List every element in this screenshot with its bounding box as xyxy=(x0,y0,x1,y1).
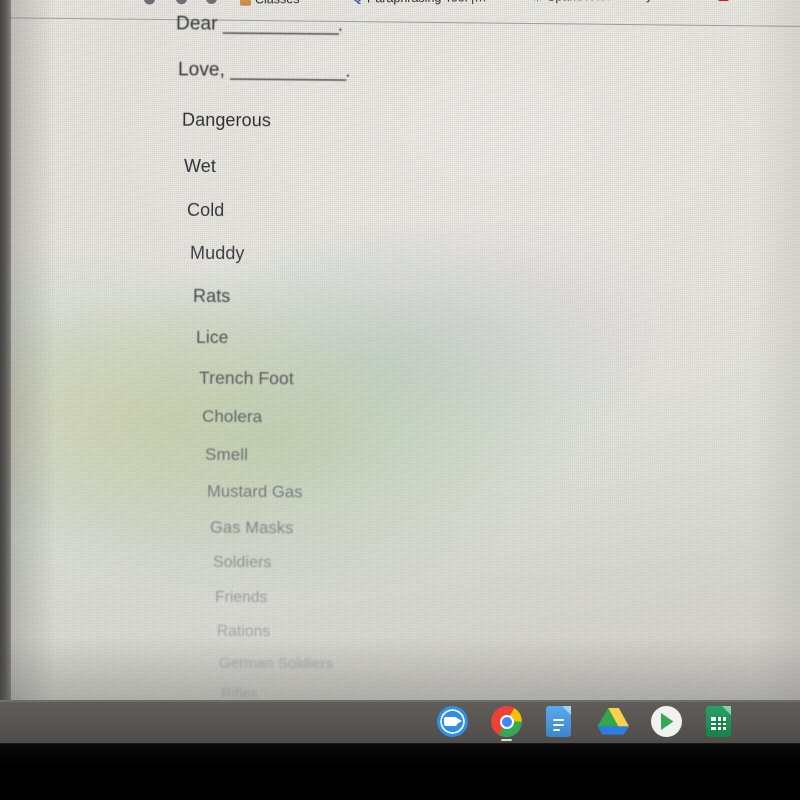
zoom-app-icon[interactable] xyxy=(437,706,468,737)
closing-blank: ____________ xyxy=(230,59,346,82)
docs-page-fold-icon xyxy=(562,706,571,715)
screen-left-bezel xyxy=(0,0,11,700)
chrome-blue-center xyxy=(501,716,512,727)
closing-period: . xyxy=(345,60,351,82)
chromeos-shelf[interactable] xyxy=(0,700,800,743)
salutation-period: . xyxy=(337,14,344,36)
sheets-page-fold-icon xyxy=(722,706,731,715)
word-list-item: Smell xyxy=(204,444,249,465)
docs-text-line xyxy=(553,719,564,721)
docs-text-line xyxy=(553,724,564,726)
word-list-item: Muddy xyxy=(189,242,245,264)
word-list-item: Lice xyxy=(195,326,229,348)
word-list-item: Gas Masks xyxy=(209,518,294,538)
word-list-item: Rats xyxy=(192,285,231,307)
salutation-prefix: Dear xyxy=(175,13,218,35)
word-list-item: Friends xyxy=(214,588,268,607)
docs-text-line xyxy=(553,729,560,731)
word-list-item-clipped: Rifles xyxy=(220,685,258,700)
word-list-item: Cold xyxy=(186,199,225,221)
play-store-app-icon[interactable] xyxy=(651,706,682,737)
chrome-running-indicator xyxy=(501,739,512,741)
chrome-app-icon[interactable] xyxy=(491,706,522,737)
photo-of-laptop-screen: Classes Q Paraphrasing Tool |… ✳ SparkNo… xyxy=(0,0,800,800)
salutation-blank: ____________ xyxy=(222,13,338,36)
sheets-grid-icon xyxy=(711,717,726,730)
word-list-item: Soldiers xyxy=(212,553,272,572)
word-list-item: Cholera xyxy=(201,406,263,427)
laptop-bottom-bezel xyxy=(0,743,800,800)
word-list-item: Rations xyxy=(216,622,271,641)
word-list-item: Dangerous xyxy=(181,109,272,131)
word-list-item: German Soldiers xyxy=(218,654,334,673)
drive-app-icon[interactable] xyxy=(597,706,630,737)
sheets-app-icon[interactable] xyxy=(706,706,731,737)
video-camera-icon xyxy=(444,717,462,726)
document-salutation-line: Dear ____________. xyxy=(176,13,343,36)
document-closing-line: Love, ____________. xyxy=(178,59,351,83)
document-body: Dear ____________. Love, ____________. D… xyxy=(0,0,800,700)
drive-triangle-icon xyxy=(597,707,630,735)
bezel-highlight-edge xyxy=(0,743,800,744)
shelf-app-icons xyxy=(0,700,800,743)
word-list-item: Mustard Gas xyxy=(206,482,303,502)
word-list-item: Wet xyxy=(183,155,217,177)
docs-app-icon[interactable] xyxy=(546,706,571,737)
play-triangle-icon xyxy=(661,713,674,730)
laptop-screen: Classes Q Paraphrasing Tool |… ✳ SparkNo… xyxy=(0,0,800,700)
closing-prefix: Love, xyxy=(177,59,226,81)
word-list-item: Trench Foot xyxy=(198,367,294,389)
